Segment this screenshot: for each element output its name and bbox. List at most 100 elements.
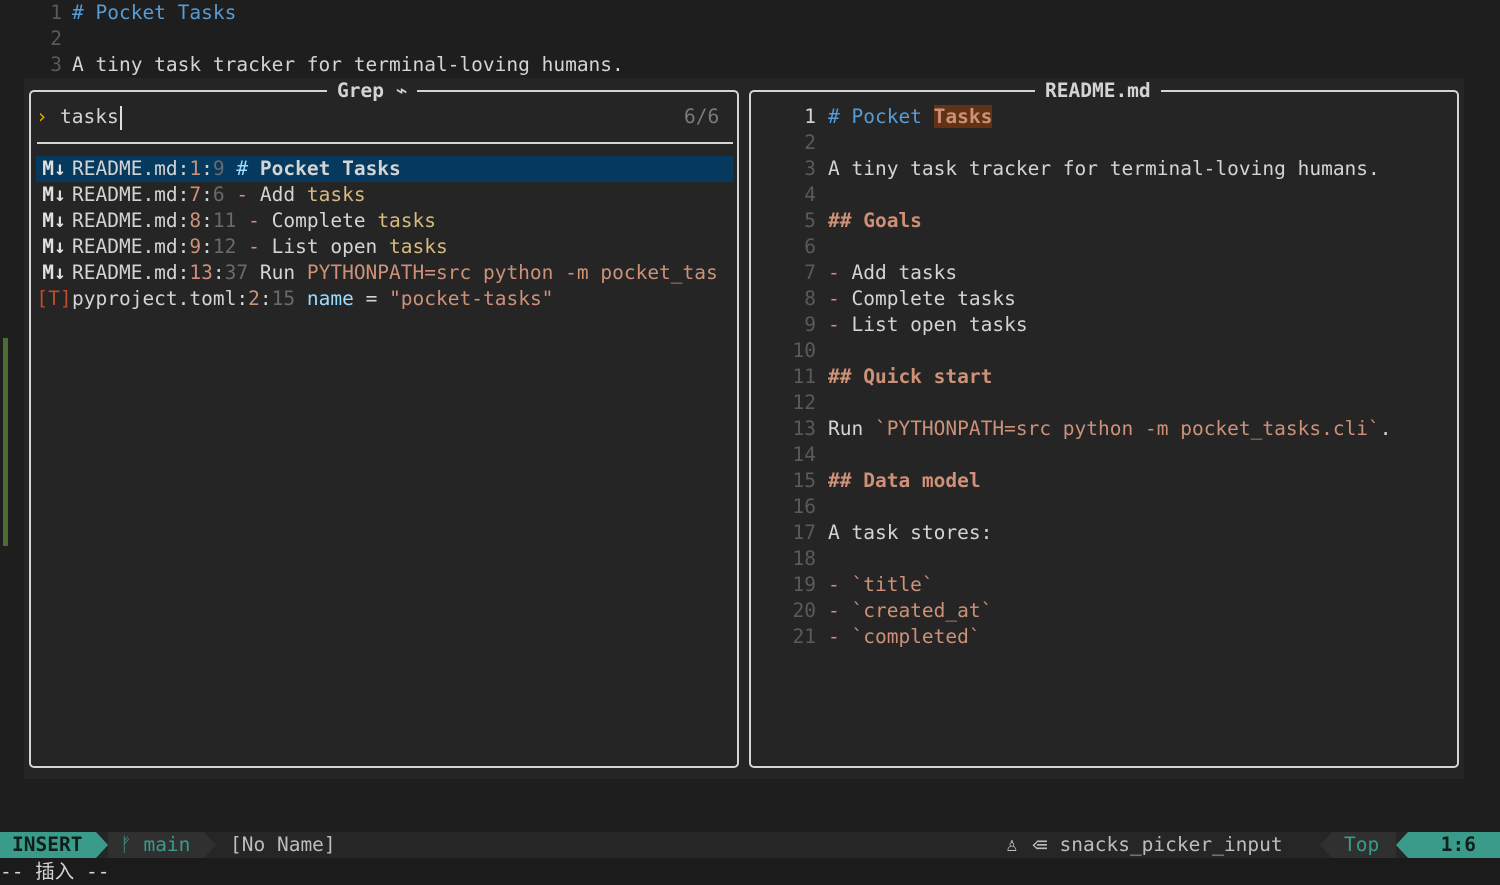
result-text: name: [306, 287, 354, 310]
preview-line-number: 16: [792, 495, 816, 518]
result-item[interactable]: M↓ README.md:9:12 - List open tasks: [36, 234, 733, 260]
git-change-indicator: [3, 338, 8, 546]
preview-text: Tasks: [933, 105, 993, 128]
preview-text: `created_at`: [851, 599, 993, 622]
preview-text: -: [828, 313, 852, 336]
powerline-separator: [1396, 832, 1408, 858]
preview-text: -: [828, 287, 852, 310]
preview-line-number: 12: [792, 391, 816, 414]
preview-text: -: [828, 625, 852, 648]
picker-title: Grep ⌁: [327, 78, 418, 104]
separator: :: [177, 235, 190, 258]
result-col: 12: [212, 235, 237, 258]
result-col: 37: [224, 261, 249, 284]
markdown-file-icon: M↓: [42, 261, 66, 284]
result-text: Pocket Tasks: [259, 157, 401, 180]
result-item[interactable]: [T]pyproject.toml:2:15 name = "pocket-ta…: [36, 286, 733, 312]
preview-line: A tiny task tracker for terminal-loving …: [828, 156, 1380, 182]
result-col: 11: [212, 209, 237, 232]
result-text: Complete: [271, 209, 378, 232]
preview-line: ## Quick start: [828, 364, 992, 390]
preview-text: List open tasks: [851, 313, 1028, 336]
preview-line-number: 15: [792, 469, 816, 492]
prompt-chevron-icon: ›: [36, 105, 48, 128]
preview-text: -: [828, 261, 852, 284]
git-branch: ᚠ main: [108, 832, 204, 858]
markdown-file-icon: M↓: [42, 235, 66, 258]
result-text: Run: [259, 261, 307, 284]
input-separator: [37, 142, 733, 144]
command-line[interactable]: -- 插入 --: [0, 858, 1500, 885]
mode-indicator: INSERT: [0, 832, 96, 858]
preview-text: A task stores:: [828, 521, 993, 544]
result-count: 6/6: [684, 105, 720, 128]
separator: :: [259, 287, 272, 310]
line-number: 3: [50, 53, 62, 76]
preview-line: A task stores:: [828, 520, 992, 546]
result-text: Add: [259, 183, 307, 206]
preview-line: - `created_at`: [828, 598, 992, 624]
markdown-file-icon: M↓: [42, 157, 66, 180]
preview-text: Add tasks: [851, 261, 958, 284]
result-item[interactable]: M↓ README.md:8:11 - Complete tasks: [36, 208, 733, 234]
separator: :: [212, 261, 225, 284]
preview-line-number: 18: [792, 547, 816, 570]
preview-text: -: [828, 573, 852, 596]
grep-icon: ⌁: [395, 79, 408, 102]
preview-title: README.md: [1035, 78, 1161, 104]
filetype-icon: ≡: [1036, 833, 1048, 856]
preview-line-number: 1: [804, 105, 816, 128]
preview-line: - `completed`: [828, 624, 981, 650]
result-item[interactable]: M↓ README.md:7:6 - Add tasks: [36, 182, 733, 208]
result-text: -: [236, 183, 260, 206]
preview-line-number: 8: [804, 287, 816, 310]
git-branch-icon: ᚠ: [120, 833, 132, 856]
powerline-separator: [96, 832, 108, 858]
preview-line-number: 14: [792, 443, 816, 466]
result-line: 9: [189, 235, 202, 258]
buffer-line: A tiny task tracker for terminal-loving …: [72, 53, 624, 76]
result-col: 15: [271, 287, 296, 310]
result-col: 9: [212, 157, 225, 180]
preview-line: ## Data model: [828, 468, 981, 494]
buffer-line: # Pocket Tasks: [72, 1, 237, 24]
separator: :: [201, 235, 213, 258]
result-item[interactable]: M↓ README.md:13:37 Run PYTHONPATH=src pyt…: [36, 260, 733, 286]
preview-text: A tiny task tracker for terminal-loving …: [828, 157, 1380, 180]
separator: :: [177, 157, 190, 180]
result-line: 7: [189, 183, 202, 206]
toml-file-icon: [T]: [36, 287, 72, 310]
preview-line-number: 19: [792, 573, 816, 596]
separator: :: [236, 287, 249, 310]
preview-text: # Pocket: [828, 105, 934, 128]
preview-line: - List open tasks: [828, 312, 1028, 338]
filetype: ≡ snacks_picker_input: [1036, 833, 1283, 856]
separator: :: [201, 157, 213, 180]
result-line: 1: [189, 157, 202, 180]
preview-line: # Pocket Tasks: [828, 104, 993, 130]
preview-line: ## Goals: [828, 208, 922, 234]
preview-line-number: 13: [792, 417, 816, 440]
result-file: pyproject.toml: [72, 287, 237, 310]
result-text: -: [248, 235, 272, 258]
result-item[interactable]: M↓ README.md:1:9 # Pocket Tasks: [36, 156, 733, 182]
separator: :: [201, 209, 213, 232]
result-match: tasks: [377, 209, 437, 232]
markdown-file-icon: M↓: [42, 209, 66, 232]
preview-text: .: [1379, 417, 1392, 440]
powerline-separator: [204, 832, 216, 858]
preview-text: -: [828, 599, 852, 622]
result-text: #: [236, 157, 260, 180]
result-text: PYTHONPATH=src python -m pocket_tas: [306, 261, 718, 284]
preview-text: `completed`: [851, 625, 981, 648]
search-input[interactable]: tasks: [60, 104, 122, 130]
result-file: README.md: [72, 235, 178, 258]
preview-line-number: 4: [804, 183, 816, 206]
preview-line-number: 5: [804, 209, 816, 232]
text-cursor: [119, 105, 122, 130]
separator: :: [201, 183, 213, 206]
preview-text: ## Data model: [828, 469, 981, 492]
separator: :: [177, 183, 190, 206]
result-text: List open: [271, 235, 390, 258]
line-number: 1: [50, 1, 62, 24]
